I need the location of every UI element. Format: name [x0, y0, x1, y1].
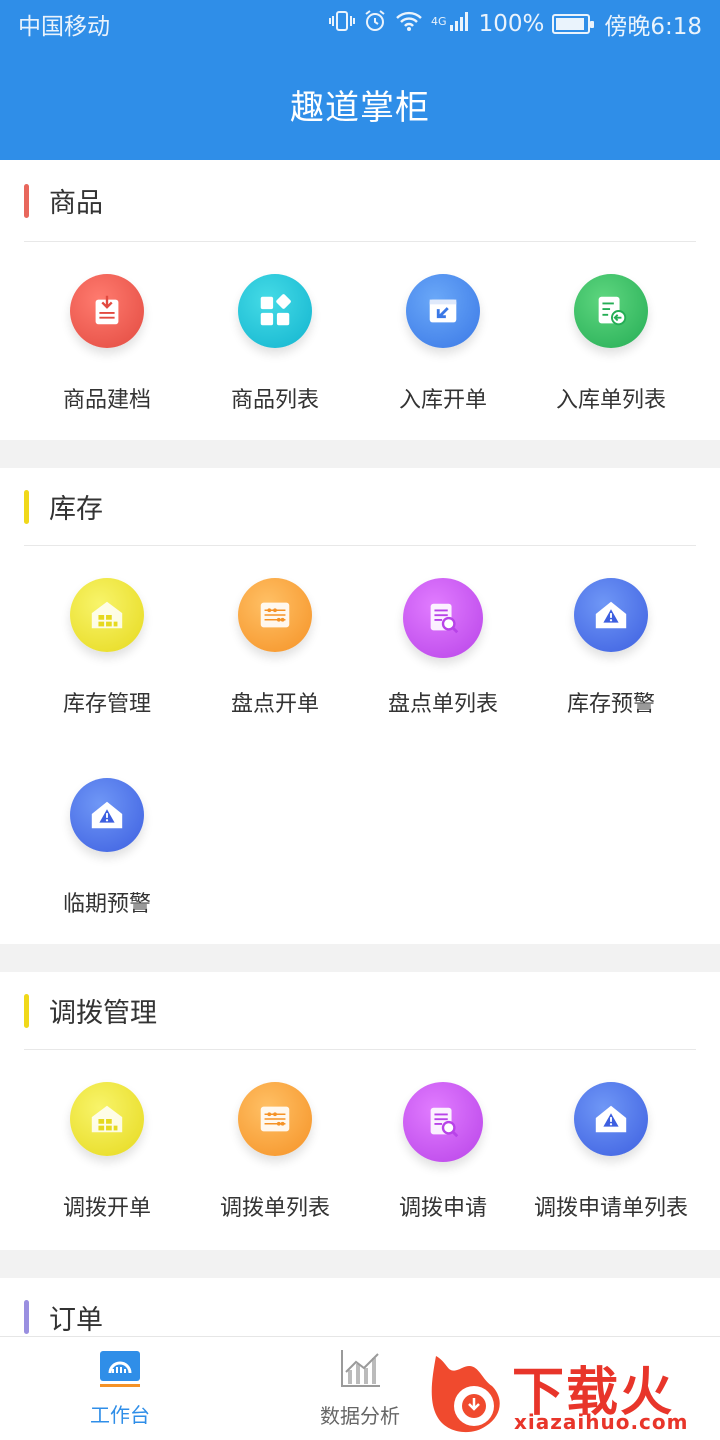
- tab-workbench[interactable]: 工作台: [0, 1337, 240, 1440]
- menu-item-stocktake-list[interactable]: 盘点单列表: [359, 546, 527, 746]
- carrier-name: 中国移动: [18, 14, 110, 40]
- network-type: 4G: [431, 15, 447, 28]
- menu-item-label: 调拨开单: [62, 1196, 151, 1221]
- battery-icon: [552, 14, 595, 34]
- menu-item-label: 调拨申请: [398, 1196, 487, 1221]
- document-search-icon: [403, 1082, 483, 1162]
- menu-item-product-list[interactable]: 商品列表: [191, 242, 359, 442]
- menu-item-label: 临期预警: [62, 892, 151, 917]
- menu-item-expiry-warning[interactable]: 临期预警: [23, 746, 191, 946]
- menu-item-inbound-order[interactable]: 入库开单: [359, 242, 527, 442]
- menu-item-label: 商品建档: [62, 388, 151, 413]
- document-search-icon: [403, 578, 483, 658]
- battery-percent: 100%: [478, 11, 545, 37]
- menu-item-transfer-request-list[interactable]: 调拨申请单列表: [527, 1050, 695, 1250]
- menu-item-transfer-order[interactable]: 调拨开单: [23, 1050, 191, 1250]
- section-header: 商品: [24, 160, 696, 242]
- workbench-icon: [98, 1349, 142, 1393]
- menu-item-inventory-warning[interactable]: 库存预警: [527, 546, 695, 746]
- section-title: 商品: [49, 188, 103, 219]
- section-title: 订单: [49, 1304, 103, 1336]
- menu-item-transfer-request[interactable]: 调拨申请: [359, 1050, 527, 1250]
- section-transfer: 调拨管理 调拨开单 调拨单列表 调拨申请 调拨申请单列表: [0, 972, 720, 1250]
- section-accent-bar: [24, 183, 29, 218]
- inbound-list-icon: [574, 274, 648, 348]
- page-title: 趣道掌柜: [290, 87, 430, 128]
- warning-house-icon: [574, 578, 648, 652]
- product-list-icon: [238, 274, 312, 348]
- menu-item-inbound-list[interactable]: 入库单列表: [527, 242, 695, 442]
- menu-item-transfer-list[interactable]: 调拨单列表: [191, 1050, 359, 1250]
- section-header: 调拨管理: [24, 972, 696, 1050]
- alarm-icon: [363, 9, 387, 39]
- watermark: 下载火 xiazaihuo.com: [426, 1346, 716, 1438]
- section-header: 库存: [24, 468, 696, 546]
- section-inventory: 库存 库存管理 盘点开单 盘点单列表 库存预警 临期预警: [0, 468, 720, 944]
- watermark-url: xiazaihuo.com: [514, 1410, 689, 1434]
- menu-item-label: 盘点单列表: [387, 692, 498, 717]
- menu-item-label: 调拨申请单列表: [533, 1196, 688, 1221]
- wifi-icon: [395, 10, 423, 38]
- menu-item-product-archive[interactable]: 商品建档: [23, 242, 191, 442]
- signal-icon: [449, 10, 471, 38]
- tab-label: 数据分析: [320, 1404, 400, 1428]
- section-orders: 订单: [0, 1278, 720, 1338]
- section-accent-bar: [24, 993, 29, 1028]
- status-bar: 中国移动 4G 100% 傍晚6:18: [0, 0, 720, 48]
- warning-house-icon: [574, 1082, 648, 1156]
- section-title: 调拨管理: [49, 998, 157, 1029]
- menu-item-label: 调拨单列表: [219, 1196, 330, 1221]
- warning-house-icon: [70, 778, 144, 852]
- flame-logo-icon: [431, 1356, 500, 1433]
- section-grid: 库存管理 盘点开单 盘点单列表 库存预警 临期预警: [0, 546, 720, 946]
- status-icons: 4G 100% 傍晚6:18: [329, 7, 702, 41]
- section-title: 库存: [49, 494, 103, 525]
- warehouse-icon: [70, 1082, 144, 1156]
- menu-item-label: 库存预警: [566, 692, 655, 717]
- menu-item-label: 商品列表: [230, 388, 319, 413]
- menu-item-label: 库存管理: [62, 692, 151, 717]
- section-grid: 商品建档 商品列表 入库开单 入库单列表: [0, 242, 720, 442]
- menu-item-label: 盘点开单: [230, 692, 319, 717]
- section-products: 商品 商品建档 商品列表 入库开单 入库单列表: [0, 160, 720, 440]
- chart-icon: [338, 1348, 382, 1394]
- inbound-order-icon: [406, 274, 480, 348]
- menu-item-inventory-management[interactable]: 库存管理: [23, 546, 191, 746]
- warehouse-icon: [70, 578, 144, 652]
- vibrate-icon: [329, 10, 356, 38]
- section-accent-bar: [24, 489, 29, 524]
- menu-item-label: 入库开单: [398, 388, 487, 413]
- section-accent-bar: [24, 1300, 29, 1334]
- menu-item-label: 入库单列表: [555, 388, 666, 413]
- tab-label: 工作台: [90, 1403, 150, 1427]
- product-archive-icon: [70, 274, 144, 348]
- abacus-icon: [238, 1082, 312, 1156]
- clock: 傍晚6:18: [604, 14, 702, 40]
- app-header: 趣道掌柜: [0, 48, 720, 160]
- section-grid: 调拨开单 调拨单列表 调拨申请 调拨申请单列表: [0, 1050, 720, 1250]
- abacus-icon: [238, 578, 312, 652]
- menu-item-stocktake-order[interactable]: 盘点开单: [191, 546, 359, 746]
- section-header: 订单: [24, 1278, 696, 1338]
